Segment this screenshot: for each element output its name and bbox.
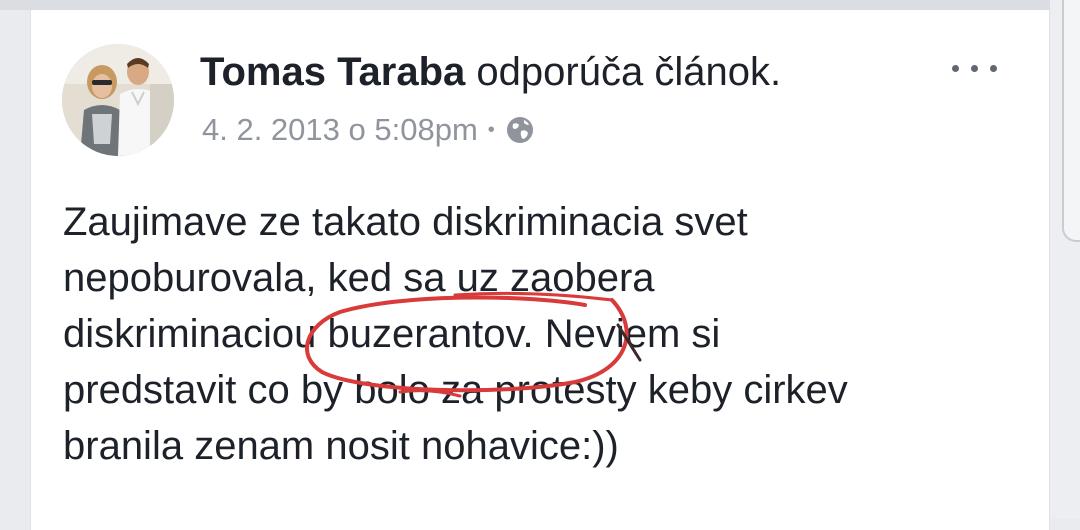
top-divider (0, 0, 1080, 10)
post-text-line: diskriminaciou buzerantov. Neviem si (63, 312, 721, 356)
post-text-line: branila zenam nosit nohavice:)) (63, 424, 619, 468)
post-meta: 4. 2. 2013 o 5:08pm • (202, 110, 535, 150)
post-timestamp[interactable]: 4. 2. 2013 o 5:08pm (202, 110, 478, 150)
more-dot (990, 65, 997, 72)
post-body: Zaujimave ze takato diskriminacia svet n… (63, 194, 1023, 474)
more-dot (971, 65, 978, 72)
post-action-text: odporúča článok. (476, 50, 782, 94)
meta-separator: • (487, 119, 495, 141)
post-text-line: nepoburovala, ked sa uz zaobera (63, 256, 655, 300)
author-name-link[interactable]: Tomas Taraba (200, 50, 465, 94)
post-text-line: predstavit co by bolo za protesty keby c… (63, 368, 848, 412)
globe-icon[interactable] (505, 115, 535, 145)
scrollbar-edge[interactable] (1062, 0, 1080, 242)
more-options-button[interactable] (950, 52, 1000, 82)
post-header: Tomas Taraba odporúča článok. (200, 48, 781, 96)
avatar[interactable] (62, 44, 174, 156)
more-dot (952, 65, 959, 72)
post-text-line: Zaujimave ze takato diskriminacia svet (63, 200, 748, 244)
